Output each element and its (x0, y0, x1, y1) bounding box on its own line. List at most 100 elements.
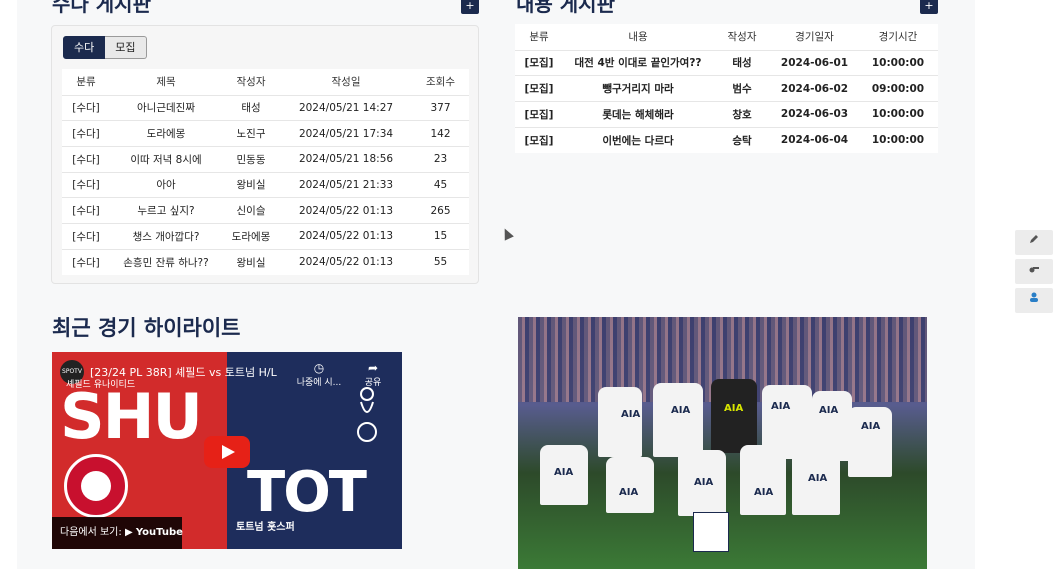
table-row[interactable]: [수다] 아아 왕비실 2024/05/21 21:33 45 (62, 171, 469, 198)
column-header: 작성일 (331, 76, 361, 89)
away-club-name: 토트넘 홋스퍼 (236, 522, 295, 533)
author-cell: 태성 (222, 94, 280, 121)
shirt-sponsor: AIA (861, 421, 881, 432)
share-icon: ➦ (367, 361, 379, 375)
column-header: 내용 (628, 31, 648, 44)
table-row[interactable]: [수다] 아니근데진짜 태성 2024/05/21 14:27 377 (62, 94, 469, 121)
views-cell: 142 (412, 120, 469, 147)
column-header: 작성자 (236, 76, 266, 89)
player-figure (653, 383, 703, 457)
highlight-section-title: 최근 경기 하이라이트 (52, 316, 241, 340)
highlight-video-embed[interactable]: SHU TOT SPOTV [23/24 PL 38R] 셰필드 vs 토트넘 … (52, 352, 402, 549)
author-cell: 창호 (713, 100, 771, 128)
right-board-table: 분류 내용 작성자 경기일자 경기시간 [모집] 대전 4반 이대로 끝인가여??… (515, 24, 938, 153)
tottenham-cockerel-icon (357, 387, 377, 442)
watch-on-label: 다음에서 보기: (60, 527, 122, 538)
content-link[interactable]: 뺑구거리지 마라 (563, 75, 713, 102)
player-figure (598, 387, 642, 457)
shirt-sponsor: AIA (771, 401, 791, 412)
table-header-row: 분류 제목 작성자 작성일 조회수 (62, 69, 469, 95)
category-cell: [수다] (62, 197, 110, 224)
sheffield-crest-icon (64, 454, 128, 518)
views-cell: 55 (412, 248, 469, 275)
match-date-cell: 2024-06-02 (771, 75, 858, 102)
tab-chat[interactable]: 수다 (63, 36, 106, 59)
column-header: 제목 (156, 76, 176, 89)
whistle-icon[interactable] (1015, 259, 1053, 284)
home-team-code: SHU (60, 380, 203, 453)
column-header: 작성자 (727, 31, 757, 44)
views-cell: 45 (412, 171, 469, 198)
shirt-sponsor: AIA (671, 405, 691, 416)
watch-on-youtube-link[interactable]: 다음에서 보기: ▶ YouTube (52, 517, 183, 549)
video-subtitle: 셰필드 유나이티드 (66, 380, 136, 390)
category-cell: [수다] (62, 171, 110, 198)
user-icon[interactable] (1015, 288, 1053, 313)
table-row[interactable]: [수다] 손흥민 잔류 하나?? 왕비실 2024/05/22 01:13 55 (62, 248, 469, 275)
author-cell: 도라에몽 (222, 222, 280, 250)
category-cell: [수다] (62, 222, 110, 250)
watch-later-button[interactable]: ◷ 나중에 시... (296, 361, 342, 388)
play-button[interactable] (204, 436, 250, 468)
table-row[interactable]: [모집] 대전 4반 이대로 끝인가여?? 태성 2024-06-01 10:00:00 (515, 49, 938, 76)
views-cell: 23 (412, 145, 469, 173)
content-link[interactable]: 롯데는 해체해라 (563, 100, 713, 128)
match-time-cell: 10:00:00 (858, 100, 938, 128)
column-header: 분류 (529, 31, 549, 44)
shirt-sponsor: AIA (724, 403, 744, 414)
table-row[interactable]: [수다] 챙스 개아깝다? 도라에몽 2024/05/22 01:13 15 (62, 222, 469, 250)
player-figure (740, 445, 786, 515)
author-cell: 민동동 (222, 145, 280, 173)
author-cell: 왕비실 (222, 248, 280, 275)
author-cell: 노진구 (222, 120, 280, 147)
author-cell: 왕비실 (222, 171, 280, 198)
goalkeeper-figure (711, 379, 757, 453)
clock-icon: ◷ (313, 361, 325, 375)
category-cell: [수다] (62, 94, 110, 121)
match-date-cell: 2024-06-04 (771, 126, 858, 153)
left-board-add-button[interactable]: + (461, 0, 479, 14)
right-board-add-button[interactable]: + (920, 0, 938, 14)
content-link[interactable]: 대전 4반 이대로 끝인가여?? (563, 49, 713, 76)
views-cell: 377 (412, 94, 469, 121)
title-link[interactable]: 도라에몽 (110, 120, 222, 147)
table-row[interactable]: [수다] 도라에몽 노진구 2024/05/21 17:34 142 (62, 120, 469, 147)
date-cell: 2024/05/21 17:34 (280, 120, 412, 147)
shirt-sponsor: AIA (621, 409, 641, 420)
title-link[interactable]: 아니근데진짜 (110, 94, 222, 121)
shirt-sponsor: AIA (619, 487, 639, 498)
title-link[interactable]: 누르고 싶지? (110, 197, 222, 224)
shirt-sponsor: AIA (694, 477, 714, 488)
title-link[interactable]: 챙스 개아깝다? (110, 222, 222, 250)
table-row[interactable]: [모집] 뺑구거리지 마라 범수 2024-06-02 09:00:00 (515, 75, 938, 102)
column-header: 조회수 (426, 76, 455, 89)
tab-recruit[interactable]: 모집 (105, 36, 147, 59)
table-row[interactable]: [모집] 롯데는 해체해라 창호 2024-06-03 10:00:00 (515, 100, 938, 128)
title-link[interactable]: 이따 저녁 8시에 (110, 145, 222, 173)
category-cell: [모집] (515, 126, 563, 153)
side-widgets (1015, 230, 1053, 317)
youtube-label: YouTube (135, 527, 183, 538)
author-cell: 신이슬 (222, 197, 280, 224)
title-link[interactable]: 손흥민 잔류 하나?? (110, 248, 222, 275)
date-cell: 2024/05/22 01:13 (280, 248, 412, 275)
content-link[interactable]: 이번에는 다르다 (563, 126, 713, 153)
author-cell: 태성 (713, 49, 771, 76)
column-header: 경기일자 (795, 31, 834, 44)
pencil-icon[interactable] (1015, 230, 1053, 255)
table-row[interactable]: [수다] 이따 저녁 8시에 민동동 2024/05/21 18:56 23 (62, 145, 469, 173)
club-pennant (693, 512, 729, 552)
player-figure (606, 457, 654, 513)
category-cell: [수다] (62, 248, 110, 275)
column-header: 경기시간 (878, 31, 918, 44)
board-tabs: 수다 모집 (63, 36, 147, 59)
table-row[interactable]: [수다] 누르고 싶지? 신이슬 2024/05/22 01:13 265 (62, 197, 469, 224)
match-time-cell: 09:00:00 (858, 75, 938, 102)
match-date-cell: 2024-06-03 (771, 100, 858, 128)
category-cell: [모집] (515, 49, 563, 76)
category-cell: [모집] (515, 75, 563, 102)
views-cell: 15 (412, 222, 469, 250)
shirt-sponsor: AIA (808, 473, 828, 484)
title-link[interactable]: 아아 (110, 171, 222, 198)
table-row[interactable]: [모집] 이번에는 다르다 승탁 2024-06-04 10:00:00 (515, 126, 938, 153)
